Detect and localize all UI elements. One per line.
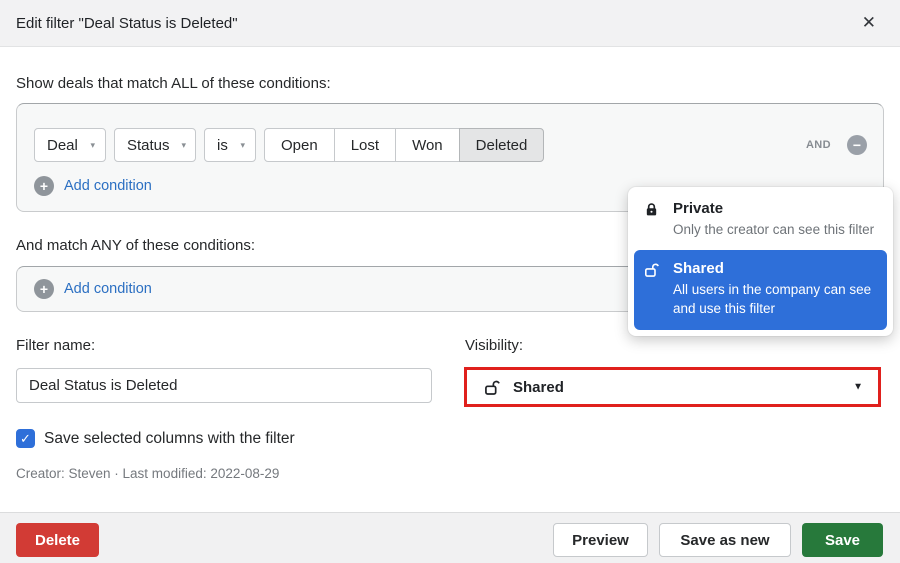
- preview-button[interactable]: Preview: [553, 523, 648, 557]
- visibility-dropdown-menu: Private Only the creator can see this fi…: [628, 187, 893, 337]
- visibility-option-private[interactable]: Private Only the creator can see this fi…: [628, 187, 893, 248]
- plus-icon: +: [34, 176, 54, 196]
- status-option-open[interactable]: Open: [264, 128, 335, 162]
- visibility-selected-value: Shared: [513, 378, 564, 396]
- add-condition-label: Add condition: [64, 178, 152, 194]
- operator-dropdown-value: is: [217, 136, 228, 154]
- save-button[interactable]: Save: [802, 523, 883, 557]
- visibility-label: Visibility:: [465, 337, 524, 354]
- any-conditions-heading: And match ANY of these conditions:: [16, 237, 256, 254]
- save-as-new-button[interactable]: Save as new: [659, 523, 791, 557]
- filter-name-input[interactable]: [16, 368, 432, 403]
- remove-condition-icon[interactable]: −: [847, 135, 867, 155]
- modal-title: Edit filter "Deal Status is Deleted": [16, 15, 238, 32]
- field-dropdown[interactable]: Status ▾: [114, 128, 196, 162]
- close-icon[interactable]: ✕: [862, 13, 876, 33]
- status-option-lost[interactable]: Lost: [333, 128, 397, 162]
- operator-dropdown[interactable]: is ▾: [204, 128, 256, 162]
- check-icon: ✓: [20, 431, 31, 446]
- visibility-option-shared[interactable]: Shared All users in the company can see …: [634, 250, 887, 331]
- creator-meta: Creator: Steven · Last modified: 2022-08…: [16, 466, 280, 481]
- field-dropdown-value: Status: [127, 136, 170, 154]
- caret-down-icon: ▼: [853, 381, 863, 393]
- option-description: All users in the company can see and use…: [673, 282, 872, 317]
- lock-closed-icon: [644, 202, 660, 239]
- chevron-down-icon: ▾: [240, 139, 245, 150]
- chevron-down-icon: ▾: [181, 139, 187, 150]
- option-name: Private: [673, 200, 724, 217]
- add-condition-label: Add condition: [64, 281, 152, 297]
- option-name: Shared: [673, 260, 724, 278]
- object-dropdown[interactable]: Deal ▾: [34, 128, 106, 162]
- delete-button[interactable]: Delete: [16, 523, 99, 557]
- condition-row: Deal ▾ Status ▾ is ▾ Open Lost Won Delet…: [34, 128, 867, 162]
- visibility-select[interactable]: Shared ▼: [464, 367, 881, 407]
- save-columns-label: Save selected columns with the filter: [44, 430, 295, 447]
- plus-icon: +: [34, 279, 54, 299]
- option-description: Only the creator can see this filter: [673, 222, 875, 237]
- object-dropdown-value: Deal: [47, 136, 78, 154]
- option-text: Shared All users in the company can see …: [673, 260, 877, 318]
- all-conditions-heading: Show deals that match ALL of these condi…: [16, 75, 331, 92]
- status-segmented-control: Open Lost Won Deleted: [264, 128, 545, 162]
- option-text: Private Only the creator can see this fi…: [673, 200, 874, 239]
- status-option-deleted[interactable]: Deleted: [458, 128, 545, 162]
- chevron-down-icon: ▾: [90, 139, 95, 150]
- status-option-won[interactable]: Won: [395, 128, 460, 162]
- filter-name-label: Filter name:: [16, 337, 96, 354]
- modal-header: Edit filter "Deal Status is Deleted" ✕: [0, 0, 900, 47]
- add-condition-button[interactable]: + Add condition: [34, 279, 152, 299]
- lock-open-icon: [644, 262, 660, 318]
- edit-filter-modal: Edit filter "Deal Status is Deleted" ✕ S…: [0, 0, 900, 563]
- join-label: AND: [805, 139, 831, 151]
- add-condition-button[interactable]: + Add condition: [34, 176, 152, 196]
- save-columns-checkbox[interactable]: ✓: [16, 429, 35, 448]
- lock-open-icon: [484, 379, 501, 396]
